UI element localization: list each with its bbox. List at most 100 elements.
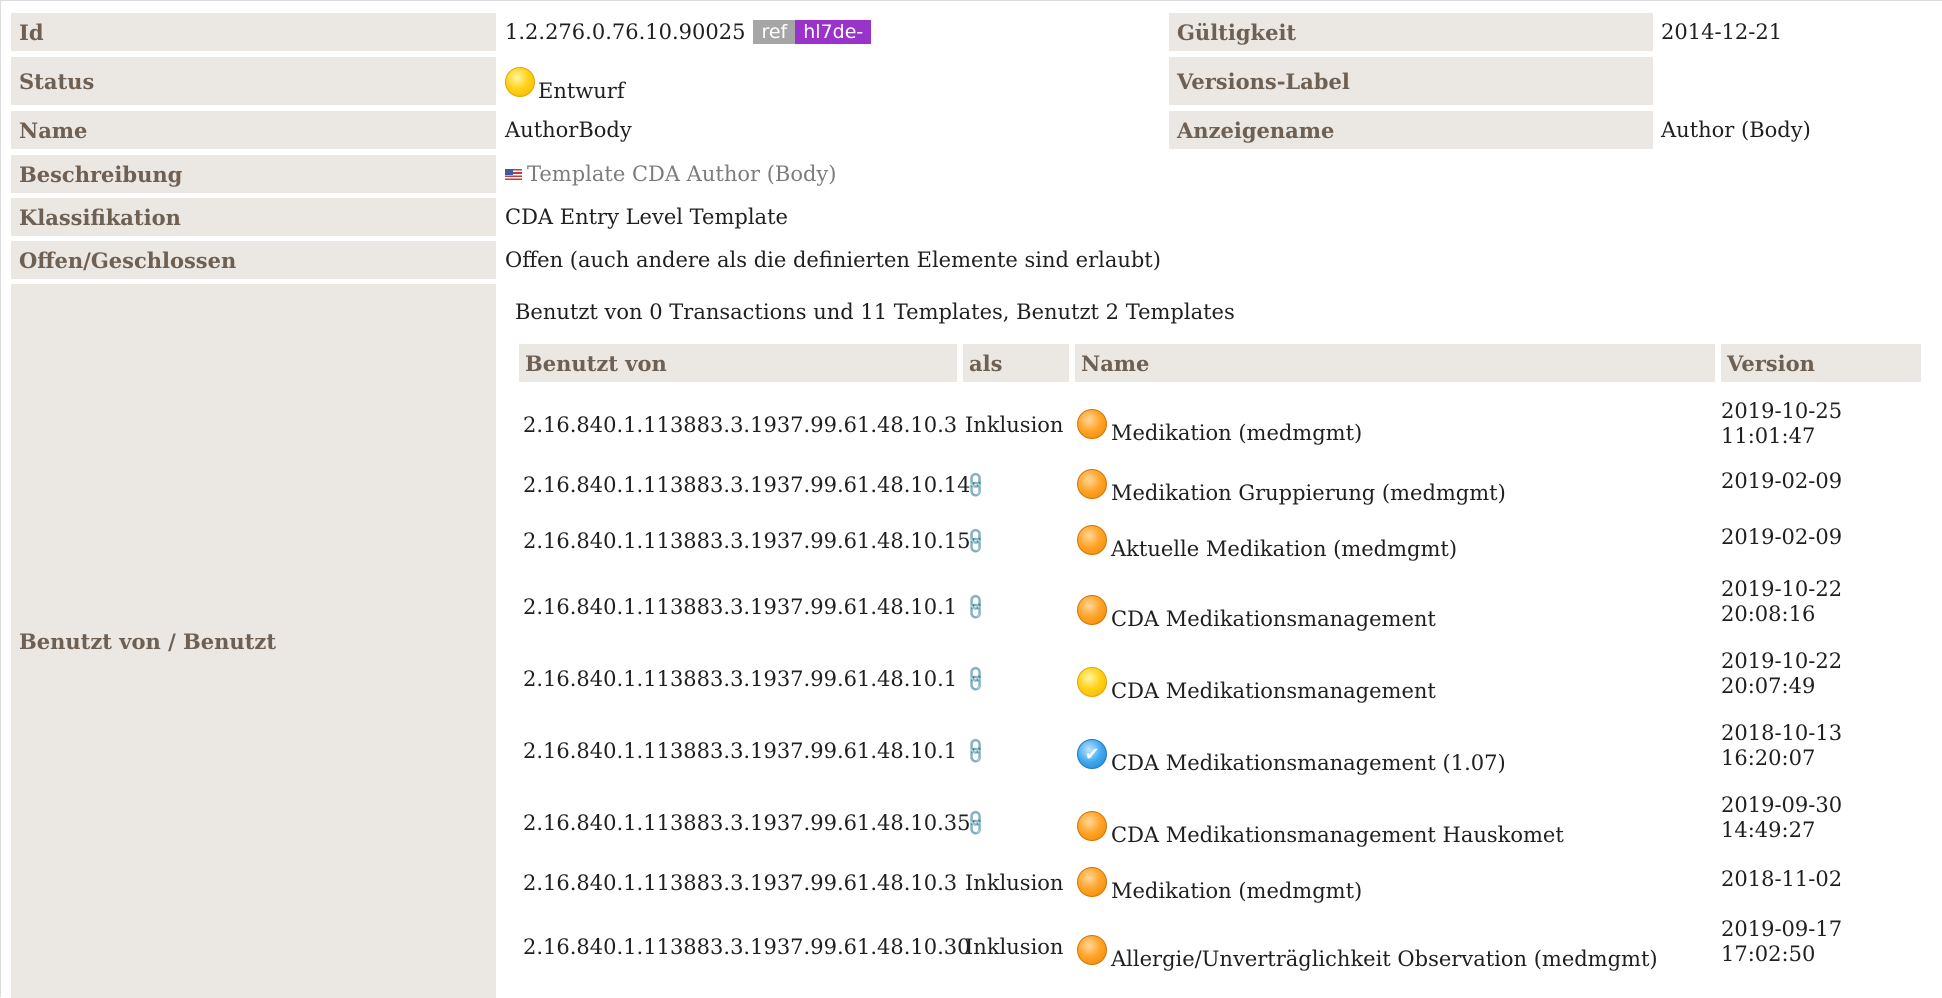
row-name-cell[interactable]: Medikation (medmgmt) (1077, 859, 1362, 907)
table-row[interactable]: 2.16.840.1.113883.3.1937.99.61.48.10.14 🔗… (1, 461, 1942, 509)
row-name-cell[interactable]: CDA Medikationsmanagement Hauskomet (1077, 791, 1564, 855)
row-template-id[interactable]: 2.16.840.1.113883.3.1937.99.61.48.10.15 (523, 517, 971, 565)
link-icon[interactable]: 🔗 (961, 647, 992, 711)
row-name[interactable]: Allergie/Unverträglichkeit Observation (… (1111, 947, 1658, 971)
versions-label: Versions-Label (1169, 57, 1653, 105)
table-row[interactable]: 2.16.840.1.113883.3.1937.99.61.48.10.3 In… (1, 397, 1942, 453)
table-row[interactable]: 2.16.840.1.113883.3.1937.99.61.48.10.15 🔗… (1, 517, 1942, 565)
link-icon[interactable]: 🔗 (961, 808, 992, 839)
link-icon[interactable]: 🔗 (961, 791, 992, 855)
status-pending-icon (1077, 867, 1107, 897)
status-pending-icon (1077, 525, 1107, 555)
row-template-id[interactable]: 2.16.840.1.113883.3.1937.99.61.48.10.30 (523, 915, 971, 979)
link-icon[interactable]: 🔗 (961, 664, 992, 695)
row-version-line: 2019-09-30 (1721, 793, 1843, 817)
table-row[interactable]: 2.16.840.1.113883.3.1937.99.61.48.10.1 🔗 ✔… (1, 719, 1942, 783)
status-final-icon: ✔ (1077, 739, 1107, 769)
row-name[interactable]: CDA Medikationsmanagement (1.07) (1111, 751, 1506, 775)
id-text: 1.2.276.0.76.10.90025 (505, 20, 746, 44)
gueltigkeit-label: Gültigkeit (1169, 13, 1653, 51)
row-version: 2019-10-25 11:01:47 (1721, 399, 1842, 449)
row-version-line: 2019-09-17 (1721, 917, 1843, 941)
row-name-cell[interactable]: Allergie/Unverträglichkeit Observation (… (1077, 915, 1658, 979)
status-draft-icon (505, 67, 535, 97)
row-version: 2019-10-22 20:08:16 (1721, 577, 1842, 627)
link-icon[interactable]: 🔗 (961, 736, 992, 767)
id-label: Id (11, 13, 496, 51)
row-name-cell[interactable]: CDA Medikationsmanagement (1077, 575, 1436, 639)
status-pending-icon (1077, 811, 1107, 841)
row-version-line: 11:01:47 (1721, 424, 1816, 448)
row-version-line: 2019-10-25 (1721, 399, 1843, 423)
link-icon[interactable]: 🔗 (961, 470, 992, 501)
link-icon[interactable]: 🔗 (961, 575, 992, 639)
row-version: 2019-02-09 (1721, 525, 1842, 550)
row-template-id[interactable]: 2.16.840.1.113883.3.1937.99.61.48.10.3 (523, 397, 957, 453)
col-header-name: Name (1075, 344, 1715, 382)
hl7de-badge: hl7de- (795, 20, 872, 44)
row-version-line: 2019-02-09 (1721, 469, 1843, 493)
us-flag-icon (505, 168, 522, 180)
link-icon[interactable]: 🔗 (961, 461, 992, 509)
anzeigename-label: Anzeigename (1169, 111, 1653, 149)
table-row[interactable]: 2.16.840.1.113883.3.1937.99.61.48.10.1 🔗 C… (1, 647, 1942, 711)
table-row[interactable]: 2.16.840.1.113883.3.1937.99.61.48.10.3 In… (1, 859, 1942, 907)
row-name[interactable]: Medikation (medmgmt) (1111, 421, 1362, 445)
row-version-line: 2019-10-22 (1721, 649, 1843, 673)
row-version: 2019-09-17 17:02:50 (1721, 917, 1842, 967)
row-name-cell[interactable]: Medikation Gruppierung (medmgmt) (1077, 461, 1506, 509)
status-label: Status (11, 57, 496, 105)
name-label: Name (11, 111, 496, 149)
col-header-als: als (963, 344, 1069, 382)
status-pending-icon (1077, 935, 1107, 965)
anzeigename-value: Author (Body) (1661, 118, 1811, 142)
row-version-line: 2019-10-22 (1721, 577, 1843, 601)
row-version: 2019-09-30 14:49:27 (1721, 793, 1842, 843)
row-name[interactable]: CDA Medikationsmanagement (1111, 607, 1436, 631)
row-name-cell[interactable]: ✔ CDA Medikationsmanagement (1.07) (1077, 719, 1506, 783)
row-name-cell[interactable]: Aktuelle Medikation (medmgmt) (1077, 517, 1457, 565)
row-template-id[interactable]: 2.16.840.1.113883.3.1937.99.61.48.10.1 (523, 719, 957, 783)
status-draft-icon (1077, 667, 1107, 697)
klassifikation-label: Klassifikation (11, 198, 496, 236)
table-row[interactable]: 2.16.840.1.113883.3.1937.99.61.48.10.1 🔗 C… (1, 575, 1942, 639)
row-template-id[interactable]: 2.16.840.1.113883.3.1937.99.61.48.10.3 (523, 859, 957, 907)
col-header-version: Version (1721, 344, 1921, 382)
status-value: Entwurf (505, 57, 625, 105)
beschreibung-label: Beschreibung (11, 155, 496, 193)
row-version: 2018-11-02 (1721, 867, 1842, 892)
link-icon[interactable]: 🔗 (961, 719, 992, 783)
row-name[interactable]: CDA Medikationsmanagement (1111, 679, 1436, 703)
row-template-id[interactable]: 2.16.840.1.113883.3.1937.99.61.48.10.35 (523, 791, 971, 855)
row-name[interactable]: Medikation Gruppierung (medmgmt) (1111, 481, 1506, 505)
table-row[interactable]: 2.16.840.1.113883.3.1937.99.61.48.10.35 🔗… (1, 791, 1942, 855)
status-pending-icon (1077, 409, 1107, 439)
row-name[interactable]: Aktuelle Medikation (medmgmt) (1111, 537, 1457, 561)
table-row[interactable]: 2.16.840.1.113883.3.1937.99.61.48.10.30 I… (1, 915, 1942, 979)
link-icon[interactable]: 🔗 (961, 517, 992, 565)
row-template-id[interactable]: 2.16.840.1.113883.3.1937.99.61.48.10.14 (523, 461, 971, 509)
row-version-line: 16:20:07 (1721, 746, 1816, 770)
link-icon[interactable]: 🔗 (961, 526, 992, 557)
row-name-cell[interactable]: CDA Medikationsmanagement (1077, 647, 1436, 711)
status-text: Entwurf (538, 79, 625, 103)
row-template-id[interactable]: 2.16.840.1.113883.3.1937.99.61.48.10.1 (523, 647, 957, 711)
name-value: AuthorBody (505, 118, 632, 142)
status-pending-icon (1077, 595, 1107, 625)
row-als: Inklusion (965, 935, 1064, 959)
row-als: Inklusion (965, 871, 1064, 895)
row-name[interactable]: Medikation (medmgmt) (1111, 879, 1362, 903)
row-version: 2019-02-09 (1721, 469, 1842, 494)
gueltigkeit-value: 2014-12-21 (1661, 20, 1783, 44)
link-icon[interactable]: 🔗 (961, 592, 992, 623)
row-name-cell[interactable]: Medikation (medmgmt) (1077, 397, 1362, 453)
row-version-line: 14:49:27 (1721, 818, 1816, 842)
row-version-line: 20:08:16 (1721, 602, 1816, 626)
template-detail-page: Id 1.2.276.0.76.10.90025 ref hl7de- Gült… (0, 0, 1942, 998)
row-version: 2018-10-13 16:20:07 (1721, 721, 1842, 771)
klassifikation-value: CDA Entry Level Template (505, 205, 788, 229)
offen-label: Offen/Geschlossen (11, 241, 496, 279)
row-version-line: 2018-11-02 (1721, 867, 1843, 891)
row-name[interactable]: CDA Medikationsmanagement Hauskomet (1111, 823, 1564, 847)
row-template-id[interactable]: 2.16.840.1.113883.3.1937.99.61.48.10.1 (523, 575, 957, 639)
